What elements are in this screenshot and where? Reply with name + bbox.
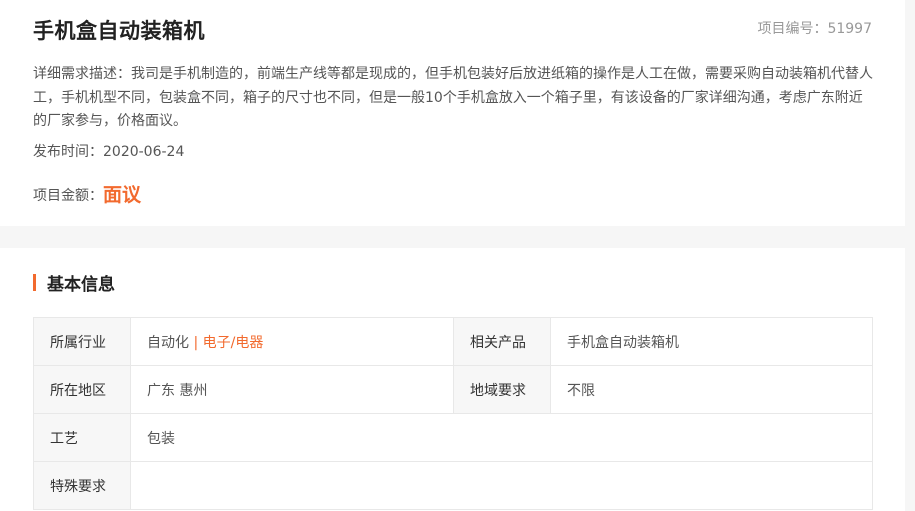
- publish-time: 发布时间：2020-06-24: [33, 141, 184, 161]
- amount-value: 面议: [103, 184, 142, 206]
- project-number: 项目编号：51997: [757, 18, 872, 38]
- publish-label: 发布时间：: [33, 144, 103, 160]
- section-title: 基本信息: [33, 272, 115, 295]
- region-requirement-value: 不限: [550, 365, 873, 414]
- process-value: 包装: [130, 413, 873, 462]
- table-row: 特殊要求: [33, 461, 873, 510]
- product-value: 手机盒自动装箱机: [550, 317, 873, 366]
- region-label: 所在地区: [33, 365, 131, 414]
- section-accent-bar: [33, 273, 36, 291]
- section-title-text: 基本信息: [47, 274, 115, 295]
- industry-label: 所属行业: [33, 317, 131, 366]
- special-requirement-label: 特殊要求: [33, 461, 131, 510]
- publish-date: 2020-06-24: [103, 144, 185, 160]
- region-value: 广东 惠州: [130, 365, 454, 414]
- table-row: 所在地区 广东 惠州 地域要求 不限: [33, 365, 873, 414]
- industry-main: 自动化: [147, 334, 189, 351]
- industry-separator: |: [189, 334, 203, 351]
- region-requirement-label: 地域要求: [453, 365, 551, 414]
- special-requirement-value: [130, 461, 873, 510]
- table-row: 工艺 包装: [33, 413, 873, 462]
- page-title: 手机盒自动装箱机: [33, 19, 205, 43]
- table-row: 所属行业 自动化 | 电子/电器 相关产品 手机盒自动装箱机: [33, 317, 873, 366]
- project-summary-card: 手机盒自动装箱机 项目编号：51997 详细需求描述：我司是手机制造的，前端生产…: [0, 0, 905, 226]
- project-description: 详细需求描述：我司是手机制造的，前端生产线等都是现成的，但手机包装好后放进纸箱的…: [33, 63, 873, 134]
- basic-info-table: 所属行业 自动化 | 电子/电器 相关产品 手机盒自动装箱机 所在地区 广东 惠…: [33, 317, 873, 510]
- product-label: 相关产品: [453, 317, 551, 366]
- basic-info-card: 基本信息 所属行业 自动化 | 电子/电器 相关产品 手机盒自动装箱机 所在地区…: [0, 248, 905, 511]
- description-label: 详细需求描述：: [33, 66, 131, 82]
- description-text: 我司是手机制造的，前端生产线等都是现成的，但手机包装好后放进纸箱的操作是人工在做…: [33, 66, 873, 129]
- process-label: 工艺: [33, 413, 131, 462]
- project-number-label: 项目编号：: [757, 21, 828, 37]
- project-amount: 项目金额：面议: [33, 180, 141, 207]
- industry-sub-link[interactable]: 电子/电器: [203, 335, 264, 351]
- amount-label: 项目金额：: [33, 188, 103, 204]
- project-number-value: 51997: [827, 21, 872, 37]
- industry-value: 自动化 | 电子/电器: [130, 317, 454, 366]
